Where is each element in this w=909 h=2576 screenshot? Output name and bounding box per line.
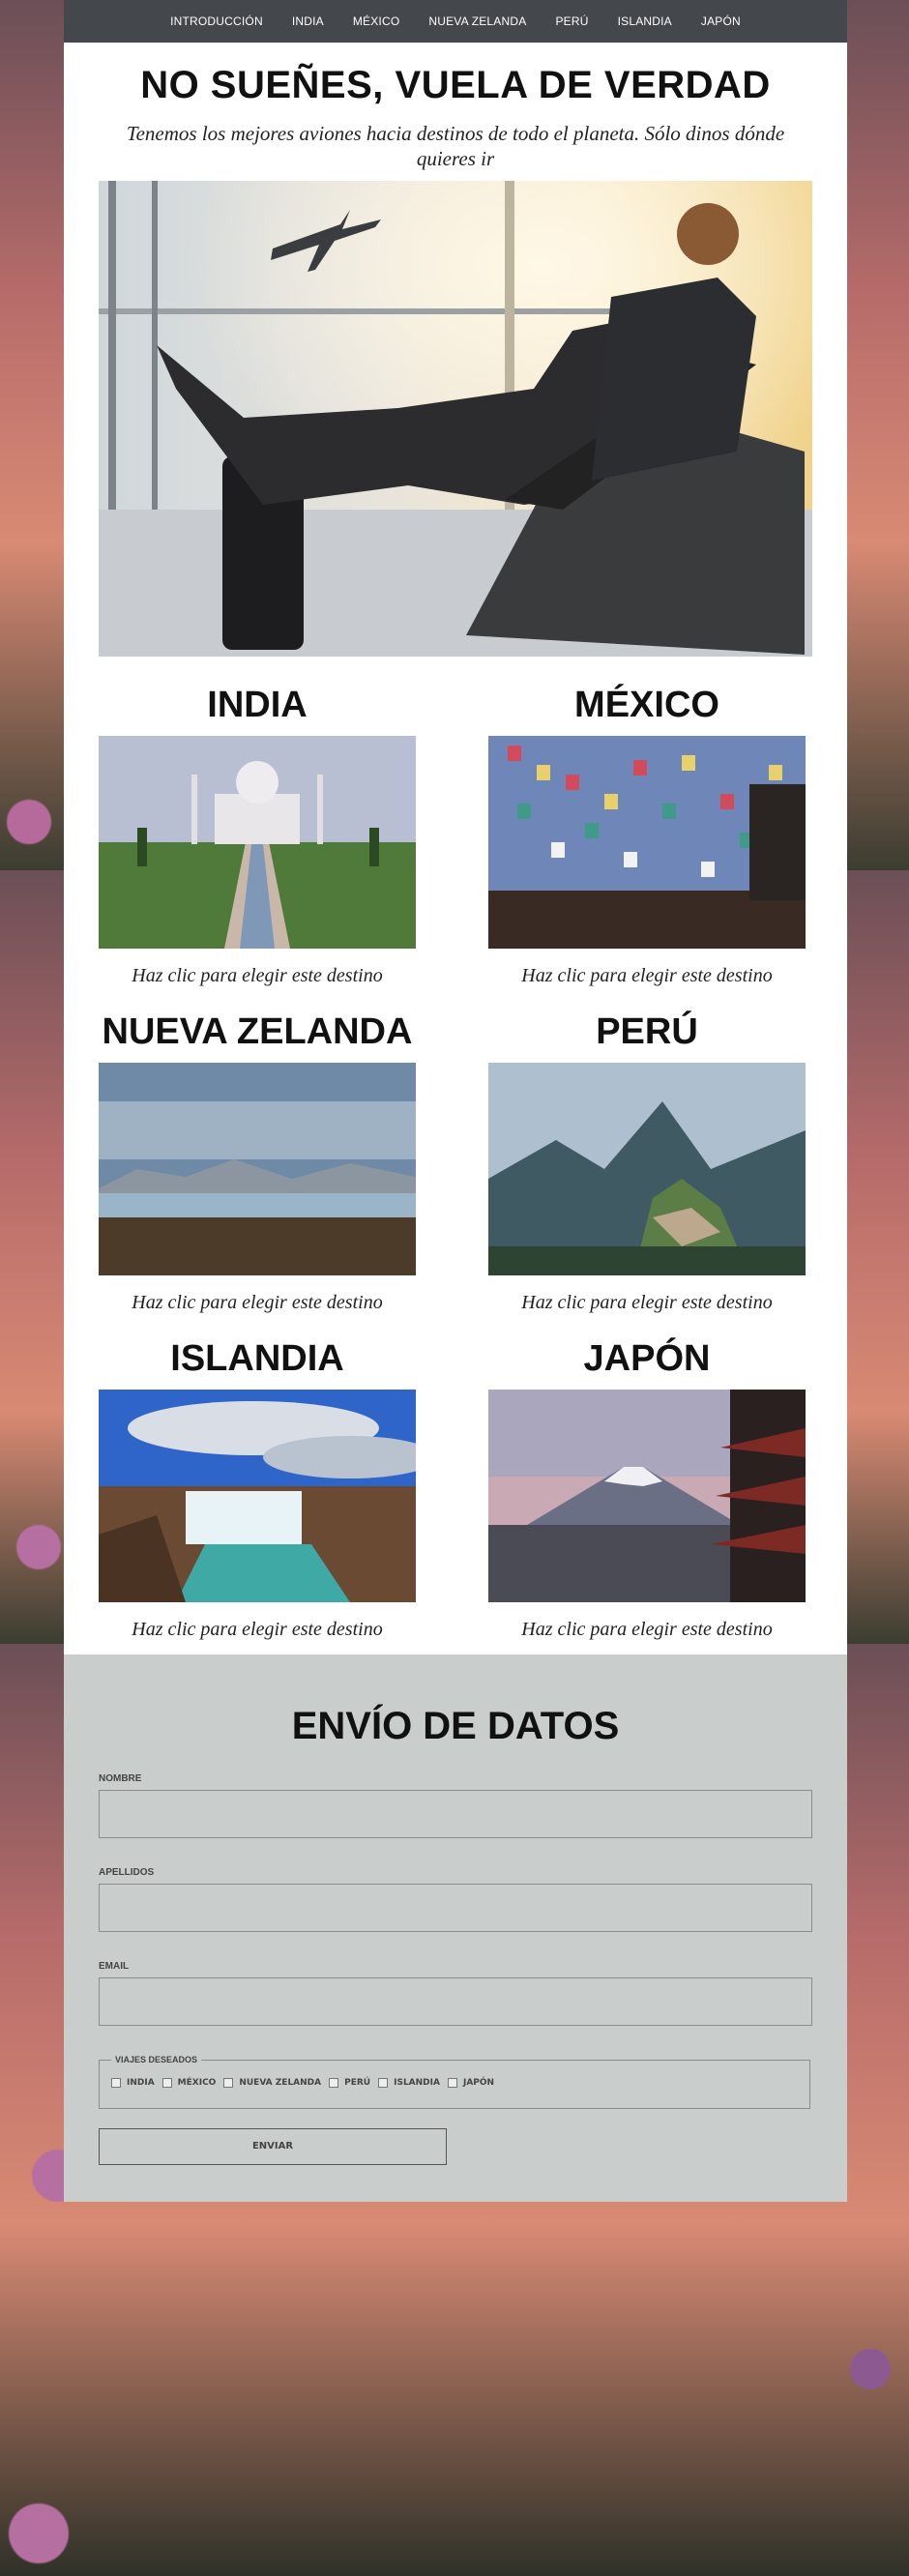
destination-cta[interactable]: Haz clic para elegir este destino — [488, 949, 806, 1001]
destination-card-mexico[interactable]: MÉXICO Haz clic para elegir este destino — [488, 674, 806, 1001]
hero-section: NO SUEÑES, VUELA DE VERDAD Tenemos los m… — [64, 43, 847, 657]
destination-title: INDIA — [207, 685, 308, 725]
checkbox[interactable] — [329, 2078, 339, 2088]
email-input[interactable] — [99, 1977, 812, 2026]
papel-picado-image[interactable] — [488, 736, 806, 949]
mount-fuji-pagoda-image[interactable] — [488, 1390, 806, 1602]
destination-cta[interactable]: Haz clic para elegir este destino — [488, 1602, 806, 1654]
option-label: JAPÓN — [462, 2078, 495, 2088]
destination-card-peru[interactable]: PERÚ Haz clic para elegir este destino — [488, 1001, 806, 1328]
destination-cta[interactable]: Haz clic para elegir este destino — [488, 1275, 806, 1328]
option-label: INDIA — [127, 2078, 155, 2088]
option-mexico[interactable]: MÉXICO — [161, 2078, 217, 2088]
option-label: ISLANDIA — [394, 2078, 440, 2088]
destination-card-japon[interactable]: JAPÓN Haz clic para elegir este destino — [488, 1328, 806, 1654]
page-container: INTRODUCCIÓN INDIA MÉXICO NUEVA ZELANDA … — [64, 0, 847, 2202]
hero-title: NO SUEÑES, VUELA DE VERDAD — [140, 64, 771, 106]
submit-button[interactable]: ENVIAR — [99, 2128, 447, 2165]
destination-title: JAPÓN — [583, 1338, 711, 1379]
checkbox[interactable] — [111, 2078, 121, 2088]
option-peru[interactable]: PERÚ — [329, 2078, 370, 2088]
hero-subtitle: Tenemos los mejores aviones hacia destin… — [126, 122, 785, 170]
destination-card-islandia[interactable]: ISLANDIA Haz clic para elegir este desti… — [99, 1328, 416, 1654]
option-india[interactable]: INDIA — [111, 2078, 155, 2088]
checkbox[interactable] — [378, 2078, 389, 2088]
checkbox[interactable] — [161, 2078, 172, 2088]
nombre-input[interactable] — [99, 1790, 812, 1838]
destinations-grid: INDIA Haz clic para elegir este destino — [64, 657, 847, 1654]
option-label: MÉXICO — [177, 2078, 217, 2088]
nav-link-islandia[interactable]: ISLANDIA — [618, 15, 672, 28]
checkbox[interactable] — [447, 2078, 457, 2088]
apellidos-input[interactable] — [99, 1884, 812, 1932]
nav-link-nueva-zelanda[interactable]: NUEVA ZELANDA — [428, 15, 526, 28]
machu-picchu-image[interactable] — [488, 1063, 806, 1275]
nav-link-mexico[interactable]: MÉXICO — [353, 15, 400, 28]
destination-cta[interactable]: Haz clic para elegir este destino — [99, 949, 416, 1001]
top-navigation: INTRODUCCIÓN INDIA MÉXICO NUEVA ZELANDA … — [64, 0, 847, 43]
checkbox[interactable] — [223, 2078, 234, 2088]
viajes-legend: VIAJES DESEADOS — [115, 2055, 198, 2064]
destination-card-india[interactable]: INDIA Haz clic para elegir este destino — [99, 674, 416, 1001]
nombre-label: NOMBRE — [99, 1773, 142, 1784]
destination-title: MÉXICO — [574, 685, 719, 725]
option-islandia[interactable]: ISLANDIA — [378, 2078, 440, 2088]
contact-form-section: ENVÍO DE DATOS NOMBRE APELLIDOS EMAIL VI… — [64, 1654, 847, 2202]
hero-airport-image — [99, 181, 812, 657]
new-zealand-lake-image[interactable] — [99, 1063, 416, 1275]
nav-link-japon[interactable]: JAPÓN — [701, 15, 741, 28]
taj-mahal-image[interactable] — [99, 736, 416, 949]
option-japon[interactable]: JAPÓN — [447, 2078, 495, 2088]
apellidos-label: APELLIDOS — [99, 1867, 155, 1878]
destination-cta[interactable]: Haz clic para elegir este destino — [99, 1275, 416, 1328]
viajes-fieldset: VIAJES DESEADOS INDIA MÉXICO NUEVA ZELAN… — [99, 2055, 810, 2109]
viajes-options: INDIA MÉXICO NUEVA ZELANDA PERÚ ISLANDIA… — [111, 2078, 798, 2088]
destination-title: PERÚ — [596, 1011, 698, 1052]
destination-cta[interactable]: Haz clic para elegir este destino — [99, 1602, 416, 1654]
nav-link-peru[interactable]: PERÚ — [555, 15, 588, 28]
nav-link-introduccion[interactable]: INTRODUCCIÓN — [170, 15, 263, 28]
form-title: ENVÍO DE DATOS — [291, 1705, 620, 1747]
email-label: EMAIL — [99, 1961, 130, 1972]
destination-title: NUEVA ZELANDA — [102, 1011, 413, 1052]
iceland-waterfall-image[interactable] — [99, 1390, 416, 1602]
option-label: NUEVA ZELANDA — [239, 2078, 322, 2088]
destination-title: ISLANDIA — [170, 1338, 344, 1379]
nav-link-india[interactable]: INDIA — [292, 15, 324, 28]
destination-card-nueva-zelanda[interactable]: NUEVA ZELANDA Haz clic para elegir este … — [99, 1001, 416, 1328]
option-label: PERÚ — [344, 2078, 371, 2088]
option-nueva-zelanda[interactable]: NUEVA ZELANDA — [223, 2078, 321, 2088]
